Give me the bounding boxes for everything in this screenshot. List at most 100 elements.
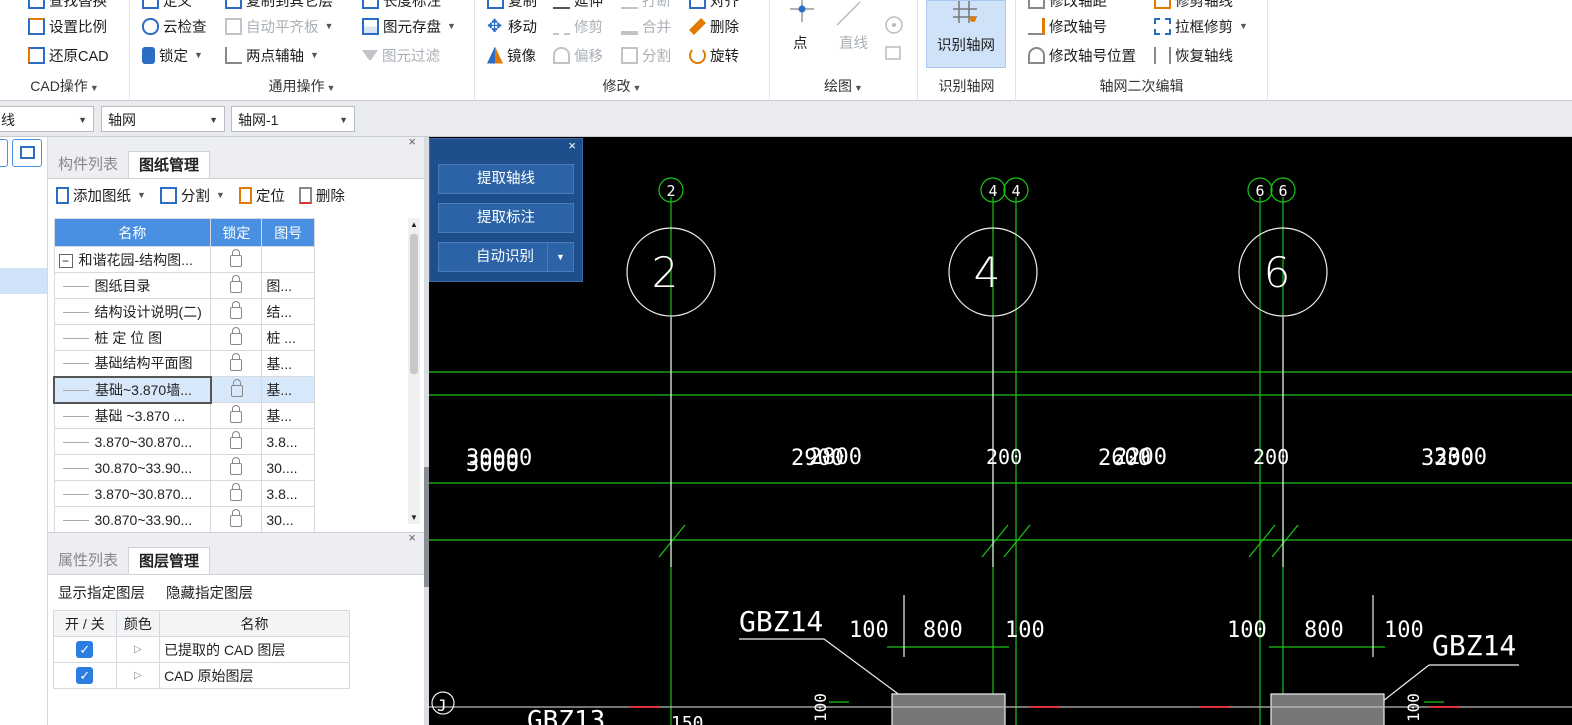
close-icon[interactable]: ×	[408, 530, 416, 545]
selected-strip-item[interactable]	[0, 268, 47, 294]
column-name[interactable]: 名称	[53, 218, 212, 247]
view-toggle-button[interactable]	[0, 139, 8, 167]
tab-layer-management[interactable]: 图层管理	[128, 547, 211, 574]
extract-axis-button[interactable]: 提取轴线	[438, 164, 574, 194]
show-layer-button[interactable]: 显示指定图层	[58, 582, 145, 603]
two-point-aux-button[interactable]: 两点辅轴 ▼	[225, 43, 319, 67]
auto-recognize-button[interactable]: 自动识别 ▼	[438, 242, 574, 272]
mirror-button[interactable]: 镜像	[487, 43, 536, 67]
layout-toggle-button[interactable]	[12, 139, 42, 167]
cloud-check-button[interactable]: 云检查	[142, 14, 207, 38]
rotate-button[interactable]: 旋转	[689, 43, 739, 67]
general-operations-title[interactable]: 通用操作 ▼	[130, 76, 474, 96]
close-icon[interactable]: ×	[408, 134, 416, 149]
offset-button[interactable]: 偏移	[553, 43, 603, 67]
lock-icon[interactable]	[230, 378, 243, 397]
table-row[interactable]: 30.870~33.90... 30....	[53, 454, 315, 481]
column-number[interactable]: 图号	[261, 218, 315, 247]
component-type-select[interactable]: 轴网 ▼	[101, 106, 225, 132]
drawing-table: 名称 锁定 图号 − 和谐花园-结构图... 图纸目录 图... 结构设计说明(二) 结.…	[53, 218, 315, 533]
scroll-thumb[interactable]	[410, 234, 418, 374]
add-drawing-button[interactable]: 添加图纸 ▼	[56, 183, 146, 207]
modify-axis-distance-button[interactable]: 修改轴距	[1028, 0, 1107, 12]
split-drawing-button[interactable]: 分割 ▼	[159, 183, 225, 207]
copy-button[interactable]: 复制	[487, 0, 537, 12]
layer-table: 开 / 关 颜色 名称 ✓ ▷ 已提取的 CAD 图层 ✓ ▷ CAD 原始图层	[53, 610, 350, 689]
draw-line-button[interactable]: 直线	[839, 30, 868, 54]
component-name-select[interactable]: 轴网-1 ▼	[231, 106, 355, 132]
table-row[interactable]: 基础~3.870墙... 基...	[53, 375, 315, 404]
table-row[interactable]: 3.870~30.870... 3.8...	[53, 480, 315, 507]
table-row[interactable]: 基础 ~3.870 ... 基...	[53, 402, 315, 429]
lock-icon[interactable]	[230, 352, 243, 371]
table-row[interactable]: 基础结构平面图 基...	[53, 350, 315, 377]
locate-drawing-button[interactable]: 定位	[238, 183, 285, 207]
column-lock[interactable]: 锁定	[210, 218, 263, 247]
table-row[interactable]: − 和谐花园-结构图...	[53, 246, 315, 273]
split-button[interactable]: 分割	[621, 43, 671, 67]
checkbox-checked-icon[interactable]: ✓	[76, 667, 94, 684]
drawing-scrollbar[interactable]: ▲ ▼	[408, 218, 420, 524]
auto-align-slab-button[interactable]: 自动平齐板 ▼	[225, 14, 333, 38]
save-element-button[interactable]: 图元存盘 ▼	[362, 14, 456, 38]
modify-axis-number-position-button[interactable]: 修改轴号位置	[1028, 43, 1136, 67]
set-scale-button[interactable]: 设置比例	[28, 14, 107, 38]
trim-axis-button[interactable]: 修剪轴线	[1154, 0, 1233, 12]
define-button[interactable]: 定义	[142, 0, 192, 12]
chevron-down-icon[interactable]: ▼	[547, 243, 573, 271]
delete-button[interactable]: 删除	[689, 14, 739, 38]
chevron-down-icon: ▼	[209, 115, 218, 125]
merge-button[interactable]: 合并	[621, 14, 671, 38]
align-button[interactable]: 对齐	[689, 0, 739, 12]
lock-icon[interactable]	[230, 456, 243, 475]
restore-cad-button[interactable]: 还原CAD	[28, 43, 109, 67]
expand-icon[interactable]: ▷	[115, 662, 161, 689]
box-trim-button[interactable]: 拉框修剪 ▼	[1154, 14, 1248, 38]
lock-icon[interactable]	[230, 248, 243, 267]
expand-icon[interactable]: ▷	[115, 636, 161, 663]
restore-axis-button[interactable]: 恢复轴线	[1154, 43, 1233, 67]
cad-canvas[interactable]: 2 4 4 6 6 2 4 6 30000 3000 2900 2800 200…	[429, 137, 1572, 725]
find-replace-button[interactable]: 查找替换	[28, 0, 107, 12]
recognize-grid-button[interactable]: 识别轴网	[926, 0, 1006, 68]
lock-icon[interactable]	[230, 482, 243, 501]
element-filter-button[interactable]: 图元过滤	[362, 43, 440, 67]
cad-operations-title[interactable]: CAD操作 ▼	[0, 76, 129, 96]
table-row[interactable]: 3.870~30.870... 3.8...	[53, 428, 315, 455]
modify-title[interactable]: 修改 ▼	[475, 76, 769, 96]
lock-icon[interactable]	[230, 430, 243, 449]
lock-icon[interactable]	[230, 508, 243, 527]
draw-point-button[interactable]: 点	[793, 30, 808, 54]
checkbox-checked-icon[interactable]: ✓	[76, 641, 94, 658]
tab-drawing-management[interactable]: 图纸管理	[128, 151, 211, 178]
table-row[interactable]: 30.870~33.90... 30...	[53, 506, 315, 533]
move-button[interactable]: ✥ 移动	[487, 14, 537, 38]
break-button[interactable]: 打断	[621, 0, 671, 12]
close-icon[interactable]: ×	[568, 138, 576, 153]
tab-property-list[interactable]: 属性列表	[48, 547, 128, 574]
extend-button[interactable]: 延伸	[553, 0, 603, 12]
modify-axis-number-button[interactable]: 修改轴号	[1028, 14, 1107, 38]
extract-dimension-button[interactable]: 提取标注	[438, 203, 574, 233]
lock-icon[interactable]	[230, 404, 243, 423]
tab-component-list[interactable]: 构件列表	[48, 151, 128, 178]
selector-bar: 线 ▼ 轴网 ▼ 轴网-1 ▼	[0, 101, 1572, 137]
scroll-down-icon[interactable]: ▼	[410, 513, 418, 522]
table-row[interactable]: 桩 定 位 图 桩 ...	[53, 324, 315, 351]
delete-drawing-button[interactable]: 删除	[298, 183, 345, 207]
element-type-select[interactable]: 线 ▼	[0, 106, 94, 132]
drawing-number: 30....	[261, 454, 315, 481]
lock-button[interactable]: 锁定 ▼	[142, 43, 203, 67]
length-dim-button[interactable]: 长度标注	[362, 0, 441, 12]
copy-to-layer-button[interactable]: 复制到其它层	[225, 0, 333, 12]
table-row[interactable]: 结构设计说明(二) 结...	[53, 298, 315, 325]
scroll-up-icon[interactable]: ▲	[410, 220, 418, 229]
table-row[interactable]: 图纸目录 图...	[53, 272, 315, 299]
trim-button[interactable]: 修剪	[553, 14, 603, 38]
lock-icon[interactable]	[230, 274, 243, 293]
lock-icon[interactable]	[230, 326, 243, 345]
draw-title[interactable]: 绘图 ▼	[770, 76, 917, 96]
lock-icon[interactable]	[230, 300, 243, 319]
hide-layer-button[interactable]: 隐藏指定图层	[166, 582, 253, 603]
collapse-icon[interactable]: −	[58, 253, 73, 268]
